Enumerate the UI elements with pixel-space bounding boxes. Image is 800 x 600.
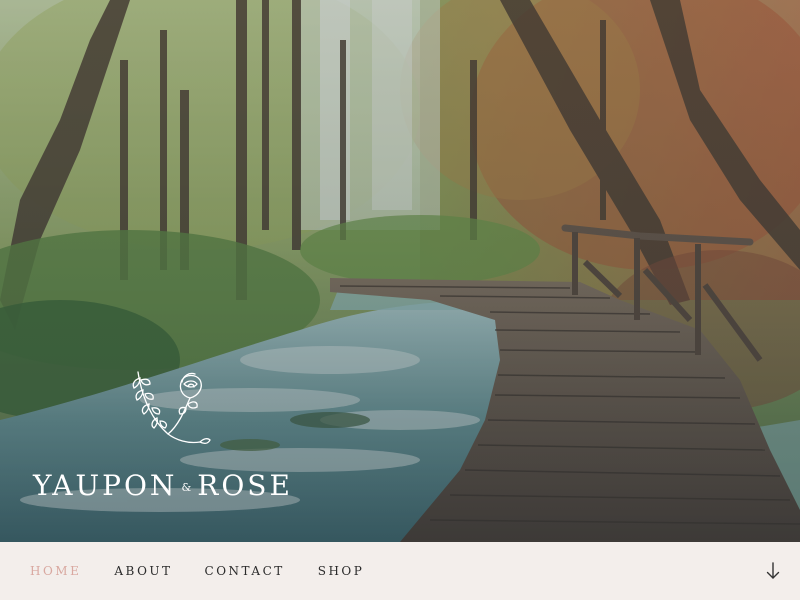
rose-branch-icon	[132, 371, 211, 444]
brand-ampersand: &	[181, 480, 192, 494]
main-navigation: HOME ABOUT CONTACT SHOP	[0, 542, 800, 600]
nav-item-shop[interactable]: SHOP	[318, 564, 365, 578]
hero-banner: YAUPON & ROSE	[0, 0, 800, 542]
page: YAUPON & ROSE HOME ABOUT CONTACT SHOP	[0, 0, 800, 600]
nav-item-about[interactable]: ABOUT	[114, 564, 172, 578]
brand-name-left: YAUPON	[33, 469, 178, 502]
brand-name-right: ROSE	[197, 469, 293, 502]
arrow-down-icon[interactable]	[766, 562, 780, 580]
nav-item-contact[interactable]: CONTACT	[205, 564, 285, 578]
brand-logo[interactable]: YAUPON & ROSE	[33, 368, 333, 508]
nav-menu: HOME ABOUT CONTACT SHOP	[30, 542, 364, 600]
brand-name: YAUPON & ROSE	[33, 468, 293, 506]
nav-item-home[interactable]: HOME	[30, 564, 81, 578]
